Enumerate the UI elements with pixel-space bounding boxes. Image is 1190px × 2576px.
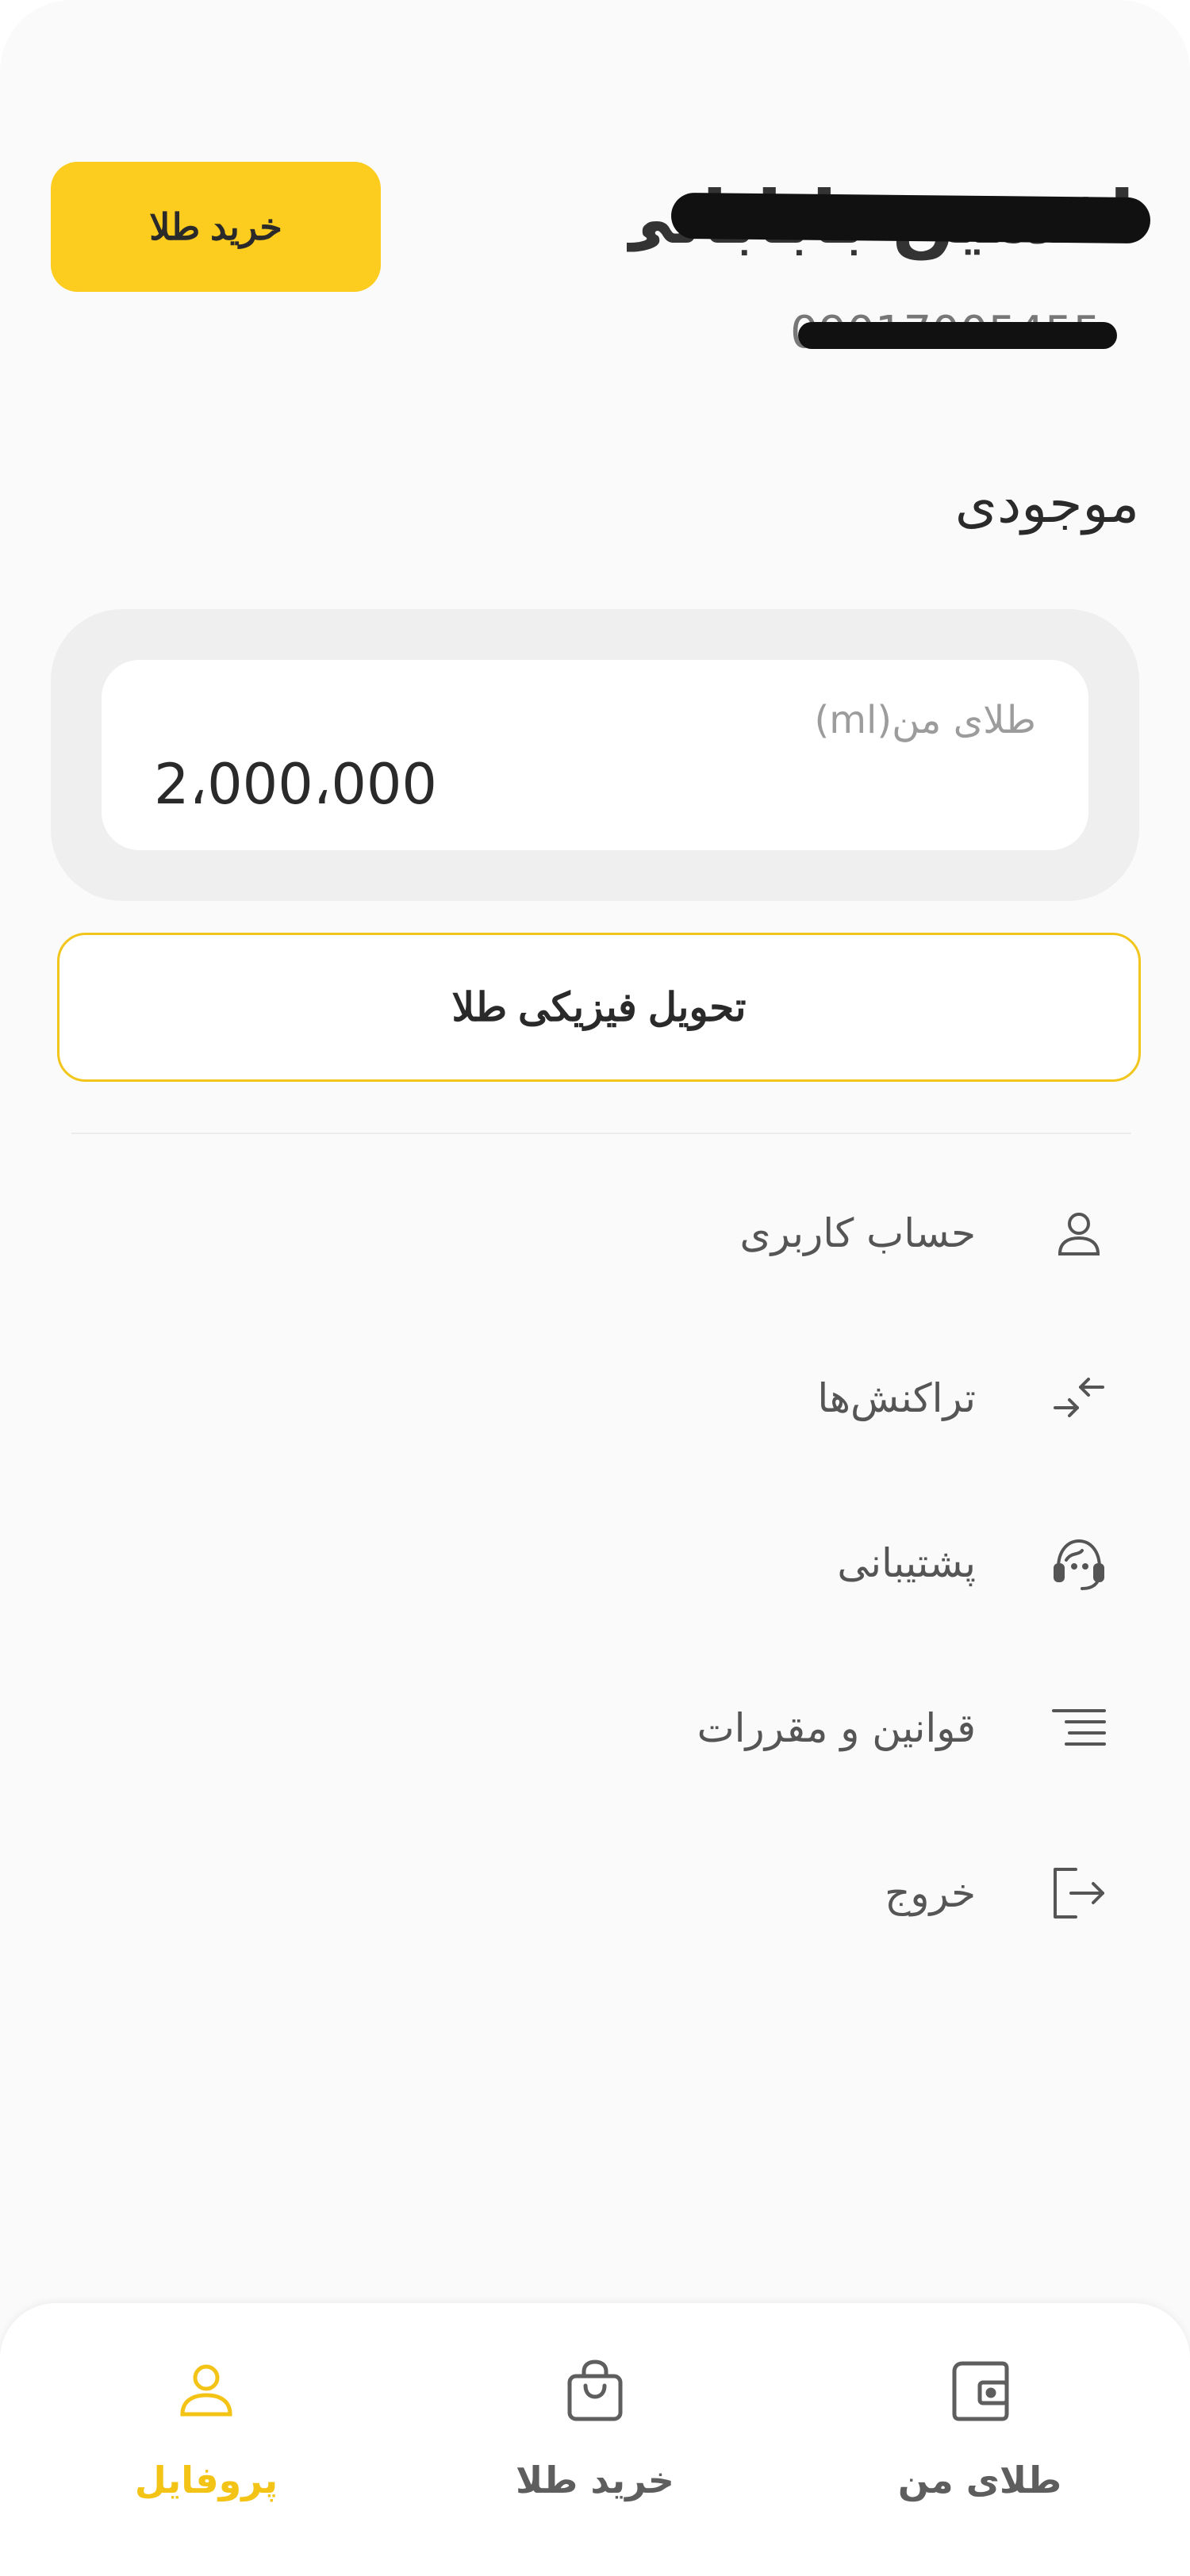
- wallet-icon: [946, 2357, 1013, 2424]
- menu-item-support[interactable]: پشتیبانی: [476, 1504, 1111, 1623]
- divider: [71, 1133, 1131, 1134]
- nav-tab-profile[interactable]: پروفایل: [8, 2303, 405, 2576]
- menu-item-label: حساب کاربری: [739, 1210, 976, 1256]
- bottom-navigation: پروفایل خرید طلا طلای من: [0, 2303, 1190, 2576]
- shopping-bag-icon: [562, 2357, 628, 2424]
- redaction-bar-phone: [798, 322, 1117, 349]
- balance-title: موجودی: [954, 473, 1139, 535]
- balance-value: 2،000،000: [154, 752, 437, 817]
- menu-item-label: تراکنش‌ها: [817, 1375, 976, 1421]
- menu-item-label: خروج: [885, 1870, 976, 1916]
- menu-item-transactions[interactable]: تراکنش‌ها: [476, 1339, 1111, 1458]
- nav-tab-my-gold[interactable]: طلای من: [781, 2303, 1178, 2576]
- nav-tab-label: طلای من: [897, 2459, 1062, 2501]
- nav-tab-label: خرید طلا: [516, 2459, 674, 2501]
- nav-tab-buy-gold[interactable]: خرید طلا: [397, 2303, 793, 2576]
- user-icon: [1047, 1202, 1111, 1265]
- rules-list-icon: [1047, 1696, 1111, 1760]
- menu-item-logout[interactable]: خروج: [476, 1834, 1111, 1953]
- balance-label: طلای من(ml): [814, 698, 1036, 742]
- logout-icon: [1047, 1861, 1111, 1925]
- menu-item-label: پشتیبانی: [837, 1540, 976, 1586]
- buy-gold-button[interactable]: خرید طلا: [51, 162, 381, 292]
- nav-tab-label: پروفایل: [134, 2459, 278, 2501]
- physical-delivery-button[interactable]: تحویل فیزیکی طلا: [57, 933, 1141, 1082]
- balance-card: طلای من(ml) 2،000،000: [51, 609, 1139, 901]
- support-headset-icon: [1047, 1531, 1111, 1595]
- profile-icon: [173, 2357, 240, 2424]
- balance-inner-card: طلای من(ml) 2،000،000: [102, 660, 1088, 850]
- profile-screen: خرید طلا افشین بابابانی 09017005455 موجو…: [0, 0, 1190, 2576]
- menu-item-rules[interactable]: قوانین و مقررات: [476, 1669, 1111, 1788]
- transactions-arrows-icon: [1047, 1367, 1111, 1430]
- redaction-bar-name: [670, 192, 1151, 244]
- menu-item-label: قوانین و مقررات: [697, 1705, 976, 1751]
- menu-item-account[interactable]: حساب کاربری: [476, 1174, 1111, 1293]
